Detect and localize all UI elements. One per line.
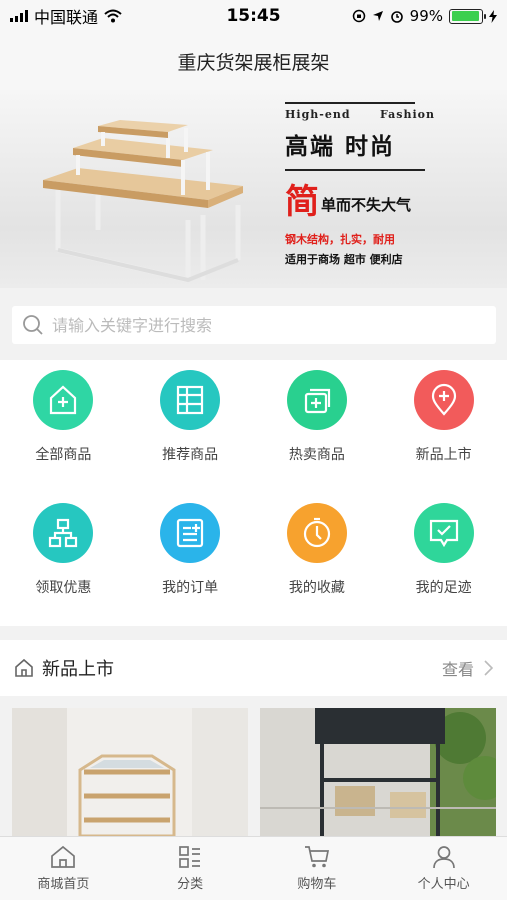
slogan-jian-row: 简 单而不失大气 [285,185,495,219]
category-label: 全部商品 [35,447,92,463]
tab-profile[interactable]: 个人中心 [380,837,507,900]
view-more-link[interactable]: 查看 [442,656,493,680]
home-outline-icon [15,658,33,677]
category-grid: 全部商品 推荐商品 热卖商品 新品上市 领取优惠 我的订单 我的收藏 我的足迹 [0,360,507,626]
charging-bolt-icon [489,9,497,23]
category-all-products[interactable]: 全部商品 [0,360,127,493]
battery-percent: 99% [409,7,443,25]
wifi-icon [104,9,122,23]
tab-label: 购物车 [297,877,337,892]
category-icon [179,846,201,868]
status-left: 中国联通 [10,4,180,28]
location-plus-icon [413,370,474,430]
promo-banner[interactable]: High-end Fashion 高端 时尚 简 单而不失大气 钢木结构，扎实，… [0,90,507,288]
slogan-en-right: Fashion [379,108,435,121]
chevron-right-icon [484,660,493,676]
slogan-divider-2 [285,169,425,171]
category-label: 我的收藏 [288,580,345,596]
tab-cart[interactable]: 购物车 [254,837,381,900]
signal-icon [10,10,28,22]
slogan-english: High-end Fashion [285,108,435,121]
category-recommended[interactable]: 推荐商品 [127,360,254,493]
category-label: 热卖商品 [288,447,345,463]
section-title: 新品上市 [42,659,114,680]
category-hot[interactable]: 热卖商品 [254,360,381,493]
slogan-divider [285,102,415,104]
status-bar: 中国联通 15:45 99% [0,0,507,32]
home-icon [51,845,76,868]
home-plus-icon [33,370,94,430]
page-header: 重庆货架展柜展架 [0,32,507,90]
new-arrivals-header: 新品上市 查看 [0,640,507,696]
cart-icon [304,846,329,868]
view-more-label: 查看 [441,660,474,679]
rotation-lock-icon [352,9,365,23]
search-input[interactable] [52,315,496,335]
category-label: 新品上市 [415,447,472,463]
category-favorites[interactable]: 我的收藏 [254,493,381,626]
product-image [260,708,496,836]
carrier-label: 中国联通 [34,8,99,27]
alarm-icon [390,11,403,23]
location-arrow-icon [372,11,383,21]
category-new-arrivals[interactable]: 新品上市 [380,360,507,493]
tab-label: 商城首页 [37,877,90,892]
banner-slogan: High-end Fashion 高端 时尚 简 单而不失大气 钢木结构，扎实，… [285,102,495,267]
category-my-orders[interactable]: 我的订单 [127,493,254,626]
category-label: 我的足迹 [415,580,472,596]
slogan-red-line: 钢木结构，扎实，耐用 [285,233,395,246]
chat-check-icon [413,503,474,563]
search-bar[interactable] [12,306,496,344]
category-label: 领取优惠 [35,580,92,596]
org-chart-icon [33,503,94,563]
product-list [12,708,496,836]
order-list-icon [160,503,221,563]
status-right: 99% [327,7,497,25]
product-card[interactable] [260,708,496,836]
cards-plus-icon [286,370,347,430]
tab-label: 分类 [177,877,204,892]
search-icon [23,315,43,335]
clock-dial-icon [286,503,347,563]
slogan-jian-char: 简 [285,182,319,222]
category-label: 推荐商品 [162,447,219,463]
category-footprints[interactable]: 我的足迹 [380,493,507,626]
category-label: 我的订单 [162,580,219,596]
shelf-icon [160,370,221,430]
product-card[interactable] [12,708,248,836]
product-image [12,708,248,836]
slogan-black-line: 适用于商场 超市 便利店 [285,253,403,266]
tab-category[interactable]: 分类 [127,837,254,900]
battery-icon [449,8,486,24]
search-section [0,288,507,360]
page-title: 重庆货架展柜展架 [177,51,330,74]
bottom-tab-bar: 商城首页 分类 购物车 个人中心 [0,836,507,900]
tab-home[interactable]: 商城首页 [0,837,127,900]
shelf-table-illustration [43,120,243,283]
slogan-title: 高端 时尚 [285,133,396,160]
slogan-jian-text: 单而不失大气 [321,196,412,214]
tab-label: 个人中心 [417,877,470,892]
category-coupons[interactable]: 领取优惠 [0,493,127,626]
slogan-en-left: High-end [285,108,351,121]
status-time: 15:45 [226,6,281,26]
user-icon [432,846,455,869]
